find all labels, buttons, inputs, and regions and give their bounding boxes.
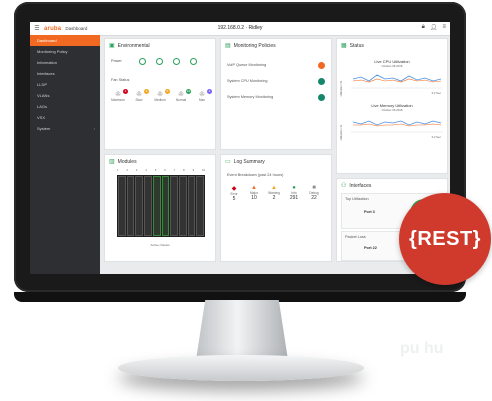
sidebar-item-vsx[interactable]: VSX: [30, 112, 100, 123]
monitoring-policies-card: ▤ Monitoring Policies VoIP Queue Monitor…: [220, 38, 332, 150]
power-on-icon: [139, 58, 146, 65]
power-on-icon: [156, 58, 163, 65]
fan-status-label: Fan Status: [111, 78, 130, 82]
cpu-chart: [351, 74, 443, 89]
log-entry[interactable]: ● Info 291: [287, 185, 301, 201]
chassis: [117, 175, 205, 237]
memory-chart: [351, 120, 443, 133]
sidebar-item-system[interactable]: System ›: [30, 123, 100, 134]
fan-item: ✇ 6 Medium: [151, 89, 170, 102]
error-icon: ◆: [231, 186, 237, 192]
policy-icon: ▤: [225, 43, 231, 49]
card-title: ▭ Log Summary: [225, 158, 265, 166]
power-on-icon: [173, 58, 180, 65]
module-slot[interactable]: [187, 176, 196, 236]
fan-item: ✇ 10 Normal: [172, 89, 191, 102]
policy-row[interactable]: System CPU Monitoring: [227, 76, 325, 86]
module-slot[interactable]: [118, 176, 126, 236]
sidebar-item-lldp[interactable]: LLDP: [30, 79, 100, 90]
policy-row[interactable]: VoIP Queue Monitoring: [227, 60, 325, 70]
fan-icon: ✇ 10: [178, 89, 191, 98]
log-entry[interactable]: ■ Debug 22: [307, 185, 321, 201]
status-card: ▦ Status Live CPU Utilization October 08…: [336, 38, 448, 174]
fan-badge: 6: [165, 89, 170, 94]
dashboard-screen: ☰ aruba Dashboard 192.168.0.2 · Ridley 🔒…: [30, 22, 450, 274]
slot-numbers: 1 2 3 4 5 6 7 8 9 10: [117, 169, 205, 172]
log-summary-card: ▭ Log Summary Event Breakdown (past 24 h…: [220, 154, 332, 262]
modules-icon: ▥: [109, 159, 115, 165]
log-entry[interactable]: ◆ Error 5: [227, 185, 241, 202]
network-icon: ⚇: [341, 183, 347, 189]
power-status: [139, 58, 197, 65]
fan-item: ✇ 2 Slow: [130, 89, 149, 102]
fan-item: ✇ 1 Maximum: [109, 89, 128, 102]
fan-badge: 1: [123, 89, 128, 94]
fan-icon: ✇ 1: [115, 89, 128, 98]
fan-badge: 2: [144, 89, 149, 94]
watermark-logo: pu hu: [400, 340, 444, 357]
lock-icon[interactable]: 🔒︎: [422, 24, 425, 31]
card-title: ▦ Status: [341, 42, 364, 50]
module-slot[interactable]: [161, 176, 170, 236]
sidebar-item-interfaces[interactable]: Interfaces: [30, 68, 100, 79]
sidebar-item-lags[interactable]: LAGs: [30, 101, 100, 112]
card-title: ⚇ Interfaces: [341, 182, 372, 190]
environmental-card: ▣ Environmental Power Fan Status ✇ 1 Maxi…: [104, 38, 216, 150]
power-on-icon: [190, 58, 197, 65]
rest-badge: {REST}: [399, 193, 491, 285]
card-title: ▣ Environmental: [109, 42, 150, 50]
status-dot: [318, 61, 325, 69]
fan-icon: ✇ 1: [199, 89, 212, 98]
top-bar: ☰ aruba Dashboard 192.168.0.2 · Ridley 🔒…: [30, 22, 450, 36]
card-title: ▥ Modules: [109, 158, 137, 166]
status-icon: ▦: [341, 43, 347, 49]
chevron-right-icon: ›: [93, 126, 95, 131]
modules-card: ▥ Modules 1 2 3 4 5 6 7 8 9 10 Active ch…: [104, 154, 216, 262]
fan-list: ✇ 1 Maximum ✇ 2 Slow ✇ 6 Medium ✇ 10 Normal …: [109, 89, 213, 121]
menu-icon[interactable]: ≡: [442, 24, 446, 31]
log-entry[interactable]: ▲ Warning 2: [267, 185, 281, 201]
sidebar-item-monitoring-policy[interactable]: Monitoring Policy: [30, 46, 100, 57]
fan-icon: ✇ 2: [136, 89, 149, 98]
sidebar-item-dashboard[interactable]: Dashboard: [30, 35, 100, 46]
module-slot[interactable]: [126, 176, 135, 236]
fan-icon: ✇ 6: [157, 89, 170, 98]
card-title: ▤ Monitoring Policies: [225, 42, 276, 50]
fan-item: ✇ 1 Max: [193, 89, 212, 102]
sidebar-item-label: System: [37, 126, 51, 131]
sidebar-item-vlans[interactable]: VLANs: [30, 90, 100, 101]
log-entry[interactable]: ▲ Major 10: [247, 185, 261, 201]
module-slot[interactable]: [152, 176, 161, 236]
clipboard-icon: ▭: [225, 159, 231, 165]
fan-badge: 10: [186, 89, 191, 94]
monitor-stand-neck: [196, 300, 288, 360]
sidebar-item-information[interactable]: Information: [30, 57, 100, 68]
module-slot[interactable]: [196, 176, 205, 236]
power-label: Power: [111, 59, 122, 63]
policy-row[interactable]: System Memory Monitoring: [227, 92, 325, 102]
module-slot[interactable]: [144, 176, 152, 236]
product-shot: ☰ aruba Dashboard 192.168.0.2 · Ridley 🔒…: [0, 0, 492, 401]
monitor-stand-base: [118, 355, 364, 381]
host-title: 192.168.0.2 · Ridley: [217, 25, 263, 31]
top-icons: 🔒︎ 👤︎ ≡: [422, 24, 446, 31]
thermometer-icon: ▣: [109, 43, 115, 49]
sidebar: Dashboard Monitoring Policy Information …: [30, 35, 100, 274]
module-slot[interactable]: [178, 176, 187, 236]
module-slot[interactable]: [170, 176, 178, 236]
user-icon[interactable]: 👤︎: [430, 24, 438, 31]
fan-badge: 1: [207, 89, 212, 94]
status-dot: [318, 93, 325, 101]
log-breakdown: ◆ Error 5 ▲ Major 10 ▲ Warning 2 ● Info: [227, 185, 327, 215]
module-slot[interactable]: [135, 176, 144, 236]
status-dot: [318, 77, 325, 85]
